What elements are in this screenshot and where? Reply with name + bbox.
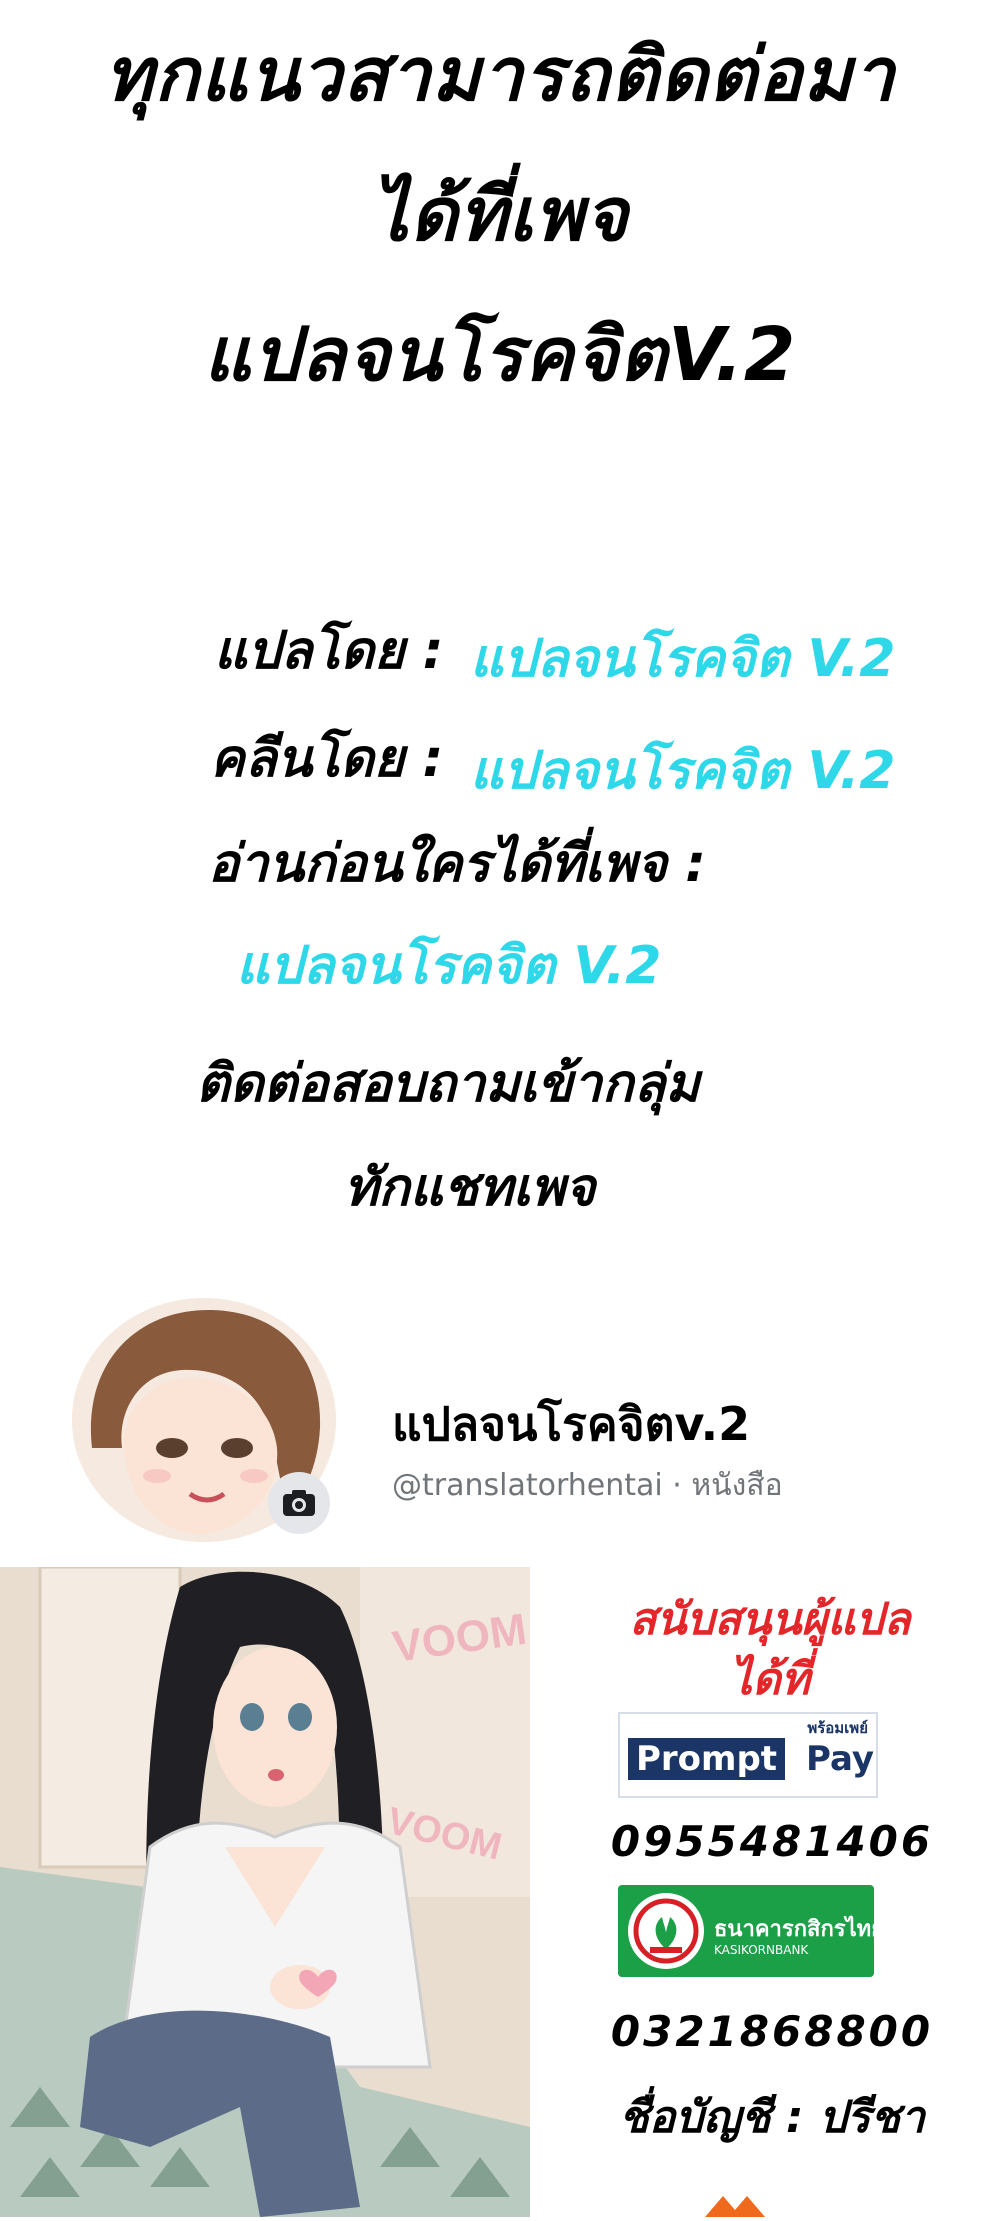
translated-by-value: แปลจนโรคจิต V.2 bbox=[470, 629, 896, 689]
cleaned-by-value: แปลจนโรคจิต V.2 bbox=[470, 741, 896, 801]
contact-line-1: ติดต่อสอบถามเข้ากลุ่ม bbox=[196, 1054, 700, 1114]
header-line-2: ได้ที่เพจ bbox=[371, 172, 629, 258]
account-name: ชื่อบัญชี : ปรีชา bbox=[619, 2092, 925, 2143]
promptpay-pay-text: Pay bbox=[806, 1739, 875, 1779]
kbank-name-english: KASIKORNBANK bbox=[714, 1943, 809, 1957]
page-name[interactable]: แปลจนโรคจิตv.2 bbox=[392, 1388, 750, 1461]
read-first-value: แปลจนโรคจิต V.2 bbox=[236, 936, 662, 996]
manga-illustration: VOOM VOOM bbox=[0, 1567, 530, 2217]
partial-logo-icon bbox=[705, 2192, 765, 2217]
bank-account-number: 0321868800 bbox=[610, 2007, 934, 2056]
kasikornbank-logo: ธนาคารกสิกรไทย KASIKORNBANK bbox=[618, 1885, 884, 1977]
promptpay-number: 0955481406 bbox=[610, 1817, 934, 1866]
read-first-label: อ่านก่อนใครได้ที่เพจ : bbox=[208, 834, 706, 894]
header-line-3: แปลจนโรคจิตV.2 bbox=[203, 312, 797, 398]
translated-by-label: แปลโดย : bbox=[214, 621, 444, 681]
header-line-1: ทุกแนวสามารถติดต่อมา bbox=[104, 32, 896, 118]
page-handle: @translatorhentai · หนังสือ bbox=[392, 1468, 783, 1503]
support-title-line-2: ได้ที่ bbox=[730, 1654, 810, 1705]
contact-line-2: ทักแชทเพจ bbox=[344, 1158, 596, 1218]
cleaned-by-label: คลีนโดย : bbox=[210, 729, 444, 789]
kbank-name-thai: ธนาคารกสิกรไทย bbox=[714, 1917, 885, 1942]
camera-icon[interactable] bbox=[268, 1472, 330, 1534]
promptpay-thai-label: พร้อมเพย์ bbox=[807, 1719, 868, 1737]
promptpay-logo: พร้อมเพย์ Prompt Pay bbox=[618, 1712, 878, 1798]
promptpay-prompt-text: Prompt bbox=[628, 1738, 786, 1780]
support-title-line-1: สนับสนุนผู้แปล bbox=[629, 1594, 911, 1645]
kbank-emblem-icon bbox=[628, 1893, 704, 1969]
